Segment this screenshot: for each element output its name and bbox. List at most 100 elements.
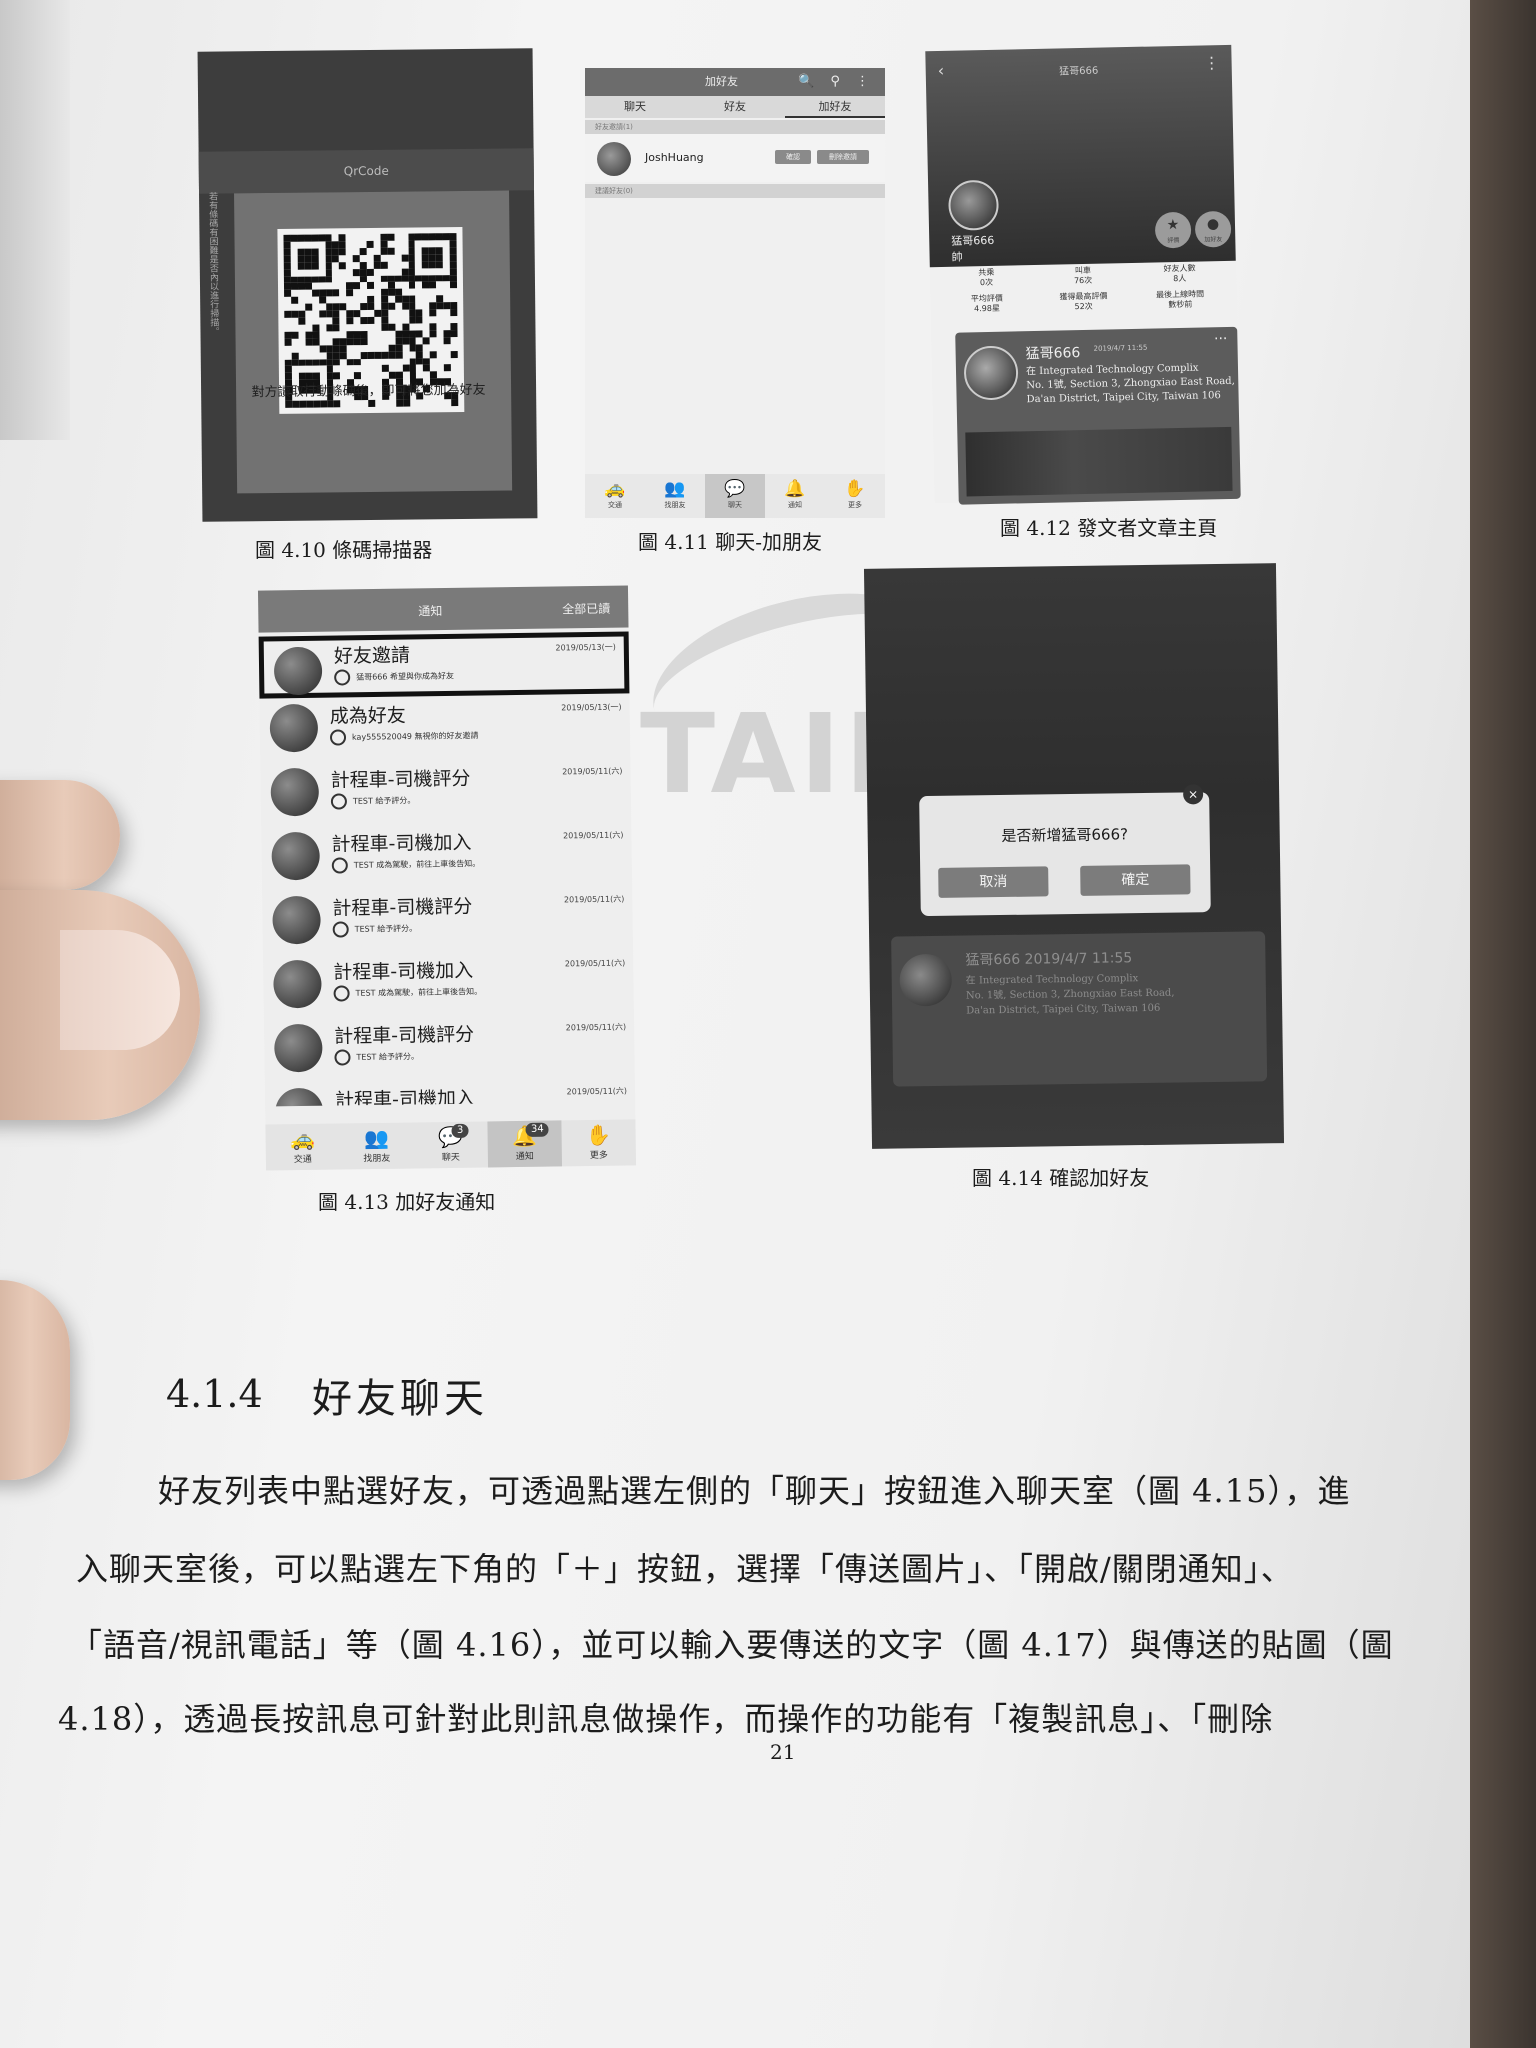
notification-date: 2019/05/11(六) — [566, 1086, 628, 1097]
post-location: 在 Integrated Technology Complix No. 1號, … — [966, 971, 1175, 1019]
stat-value: 4.98星 — [974, 303, 1001, 314]
stat-item: 最後上線時間 數秒前 — [1132, 289, 1229, 311]
notification-item[interactable]: 計程車-司機加入 2019/05/11(六) — [265, 1077, 635, 1107]
avatar — [274, 1087, 324, 1107]
notification-title: 計程車-司機評分 — [332, 895, 473, 920]
delete-request-button[interactable]: 刪除邀請 — [817, 150, 869, 164]
avatar — [963, 345, 1019, 401]
chat-icon: 💬 — [437, 1124, 464, 1150]
finger — [0, 780, 120, 890]
scanner-side-text: 若有條碼有困難是否內以進行掃描。 — [207, 191, 219, 336]
stat-label: 獲得最高評價 — [1059, 291, 1108, 302]
notification-title: 計程車-司機加入 — [333, 959, 474, 984]
document-page: QrCode 若有條碼有困難是否內以進行掃描。 對方讀取行動條碼後，即可將您加為… — [0, 0, 1470, 2048]
post-menu-icon[interactable]: ··· — [1214, 331, 1228, 347]
figure-notifications: 通知 全部已讀 好友邀請 2019/05/13(一) 猛哥666 希望與你成為好… — [257, 585, 637, 1171]
bottom-nav: 🚕 交通 👥 找朋友 💬 3 聊天 🔔 34 通知 ✋ 更多 — [265, 1119, 637, 1171]
avatar — [597, 142, 631, 176]
bottom-nav: 🚕 交通 👥 找朋友 💬 聊天 🔔 通知 ✋ 更多 — [585, 474, 885, 518]
rate-button[interactable]: ★ 評價 — [1154, 211, 1192, 249]
add-friend-button[interactable]: ● 加好友 — [1194, 210, 1232, 248]
nav-label: 聊天 — [728, 501, 742, 509]
notification-text: TEST 成為駕駛，前往上車後告知。 — [333, 984, 483, 1002]
nav-label: 通知 — [515, 1151, 534, 1163]
stat-label: 共乘 — [978, 267, 995, 278]
notification-item-highlighted[interactable]: 好友邀請 2019/05/13(一) 猛哥666 希望與你成為好友 — [258, 631, 630, 699]
nav-more[interactable]: ✋ 更多 — [561, 1119, 636, 1166]
figure-author-page: ‹ 猛哥666 ⋮ 猛哥666 帥 ★ 評價 ● 加好友 共乘 0次 叫車 76次 好友人… — [925, 44, 1241, 505]
nav-label: 找朋友 — [363, 1153, 391, 1165]
tab-friends[interactable]: 好友 — [685, 96, 785, 118]
friend-name: JoshHuang — [645, 151, 704, 164]
avatar — [273, 959, 322, 1009]
nav-transport[interactable]: 🚕 交通 — [265, 1124, 340, 1171]
nav-notifications[interactable]: 🔔 34 通知 — [487, 1120, 563, 1168]
tab-add-friend[interactable]: 加好友 — [785, 96, 885, 118]
stat-label: 平均評價 — [970, 293, 1003, 304]
profile-stats: 共乘 0次 叫車 76次 好友人數 8人 平均評價 4.98星 獲得最高評價 52次 最後… — [930, 263, 1237, 315]
nav-label: 聊天 — [441, 1152, 460, 1164]
nav-label: 找朋友 — [664, 501, 686, 509]
confirm-request-button[interactable]: 確認 — [775, 150, 811, 164]
dialog-question: 是否新增猛哥666? — [1001, 825, 1129, 846]
stat-item: 叫車 76次 — [1034, 265, 1131, 287]
tab-chat[interactable]: 聊天 — [585, 96, 685, 118]
caption-fig-4-13: 圖 4.13 加好友通知 — [318, 1190, 496, 1214]
stat-item: 共乘 0次 — [938, 267, 1035, 289]
star-icon: ★ — [1166, 216, 1180, 234]
more-options-icon[interactable]: ⋮ — [1203, 53, 1219, 72]
finger-nail — [60, 930, 180, 1050]
paragraph-line: 好友列表中點選好友，可透過點選左側的「聊天」按鈕進入聊天室（圖 4.15），進 — [158, 1472, 1351, 1510]
notification-item[interactable]: 計程車-司機加入 2019/05/11(六) TEST 成為駕駛，前往上車後告知… — [263, 949, 634, 1018]
chat-icon: 💬 — [724, 479, 746, 499]
notification-title: 計程車-司機評分 — [334, 1023, 475, 1048]
notification-text: TEST 給予評分。 — [333, 920, 418, 937]
notification-item[interactable]: 計程車-司機加入 2019/05/11(六) TEST 成為駕駛，前往上車後告知… — [261, 821, 632, 890]
qr-module — [299, 400, 307, 408]
paragraph-line: 「語音/視訊電話」等（圖 4.16），並可以輸入要傳送的文字（圖 4.17）與傳… — [70, 1626, 1394, 1664]
notification-text: TEST 給予評分。 — [334, 1048, 419, 1065]
notification-item[interactable]: 計程車-司機評分 2019/05/11(六) TEST 給予評分。 — [260, 757, 631, 826]
caption-fig-4-10: 圖 4.10 條碼掃描器 — [255, 538, 433, 562]
username-tag: 帥 — [951, 250, 963, 264]
nav-label: 更多 — [589, 1150, 608, 1162]
notification-item[interactable]: 成為好友 2019/05/13(一) kay555520049 無視你的好友邀請 — [259, 693, 630, 762]
notification-date: 2019/05/11(六) — [562, 766, 623, 777]
section-title: 好友聊天 — [312, 1376, 488, 1422]
close-icon[interactable]: × — [1183, 784, 1204, 805]
nav-more[interactable]: ✋ 更多 — [825, 474, 885, 518]
mark-all-read-button[interactable]: 全部已讀 — [562, 600, 610, 618]
notification-item[interactable]: 計程車-司機評分 2019/05/11(六) TEST 給予評分。 — [262, 885, 633, 954]
nav-transport[interactable]: 🚕 交通 — [585, 474, 645, 518]
avatar — [273, 646, 323, 696]
post-card[interactable]: 猛哥666 2019/4/7 11:55 ··· 在 Integrated Te… — [955, 326, 1241, 505]
paragraph-line: 入聊天室後，可以點選左下角的「＋」按鈕，選擇「傳送圖片」、「開啟/關閉通知」、 — [76, 1550, 1294, 1588]
confirm-button[interactable]: 確定 — [1080, 864, 1191, 896]
nav-notifications[interactable]: 🔔 通知 — [765, 474, 825, 518]
username-text: 猛哥666 — [951, 233, 995, 248]
notification-date: 2019/05/11(六) — [563, 830, 624, 841]
figure-confirm-add-friend: × 是否新增猛哥666? 取消 確定 猛哥666 2019/4/7 11:55 … — [863, 563, 1285, 1149]
notification-date: 2019/05/13(一) — [555, 642, 616, 653]
search-icon[interactable]: 🔍 ⚲ ⋮ — [798, 68, 875, 96]
nav-chat[interactable]: 💬 聊天 — [705, 474, 765, 518]
nav-chat[interactable]: 💬 3 聊天 — [413, 1121, 488, 1168]
avatar — [271, 831, 321, 881]
post-date: 2019/4/7 11:55 — [1093, 343, 1148, 353]
post-location: 在 Integrated Technology Complix No. 1號, … — [1026, 361, 1235, 407]
stat-label: 好友人數 — [1163, 263, 1196, 274]
notification-title: 計程車-司機加入 — [334, 1087, 476, 1107]
nav-label: 交通 — [293, 1154, 312, 1166]
nav-find-friends[interactable]: 👥 找朋友 — [339, 1122, 414, 1169]
caption-fig-4-14: 圖 4.14 確認加好友 — [972, 1166, 1150, 1190]
notification-date: 2019/05/13(一) — [561, 702, 622, 713]
stat-label: 叫車 — [1074, 265, 1092, 276]
nav-find-friends[interactable]: 👥 找朋友 — [645, 474, 705, 518]
section-number: 4.1.4 — [166, 1372, 263, 1416]
stat-value: 數秒前 — [1168, 299, 1193, 310]
stat-value: 76次 — [1073, 275, 1093, 286]
cancel-button[interactable]: 取消 — [938, 866, 1049, 898]
notification-item[interactable]: 計程車-司機評分 2019/05/11(六) TEST 給予評分。 — [264, 1013, 635, 1082]
notification-text: 猛哥666 希望與你成為好友 — [334, 668, 454, 686]
section-suggested-friends: 建議好友(0) — [585, 184, 885, 198]
